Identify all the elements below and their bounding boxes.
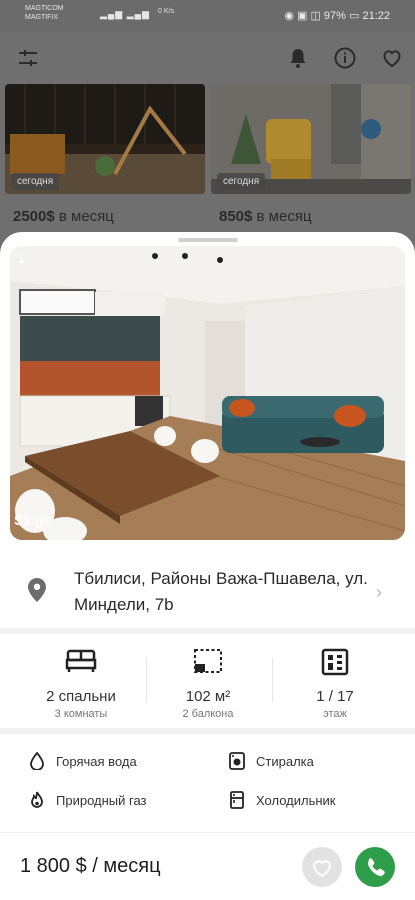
call-button[interactable] <box>355 847 395 887</box>
battery-level: 97% <box>323 10 346 22</box>
operator-2: MAGTIFIX <box>25 14 59 21</box>
listing-card[interactable]: сегодня 2500$ в месяц <box>5 84 205 239</box>
listing-date-badge: сегодня <box>11 173 60 190</box>
monthly-price: 1 800 $ / месяц <box>20 855 161 877</box>
battery-icon: ▭ <box>349 10 363 22</box>
filter-icon[interactable] <box>16 46 40 70</box>
stat-sub: этаж <box>323 708 347 720</box>
status-bar: MAGTICOM MAGTIFIX ▂▄▆ ▂▄▆ 0 K/s ◉ ▣ ◫ 97… <box>0 0 415 32</box>
heart-icon <box>312 860 332 878</box>
stat-sub: 2 балкона <box>182 708 234 720</box>
address-row[interactable]: Тбилиси, Районы Важа-Пшавела, ул. Миндел… <box>0 558 415 628</box>
clock: 21:22 <box>362 10 390 22</box>
floor-icon <box>321 648 349 676</box>
bottom-action-bar: 1 800 $ / месяц <box>0 832 415 900</box>
listing-card[interactable]: сегодня 850$ в месяц <box>211 84 411 239</box>
stat-bedrooms: 2 спальни 3 комнаты <box>12 636 150 728</box>
listing-price: 2500$ в месяц <box>13 208 114 225</box>
heart-icon[interactable] <box>380 46 404 70</box>
alarm-icon: ◉ ▣ ◫ <box>284 10 324 22</box>
apartment-photo[interactable]: 1 Ss.ge <box>10 246 405 540</box>
top-app-bar <box>0 32 415 84</box>
address-text: Тбилиси, Районы Важа-Пшавела, ул. Миндел… <box>74 569 368 614</box>
signal-icon: ▂▄▆ ▂▄▆ <box>100 9 150 19</box>
listing-date-badge: сегодня <box>217 173 266 190</box>
chevron-right-icon: › <box>376 582 382 602</box>
stat-value: 1 / 17 <box>316 688 354 705</box>
favorite-button[interactable] <box>302 847 342 887</box>
area-icon <box>194 649 222 673</box>
stat-area: 102 м² 2 балкона <box>139 636 277 728</box>
bed-icon <box>65 649 97 672</box>
phone-icon <box>367 858 385 877</box>
drag-handle[interactable] <box>178 238 238 242</box>
divider <box>0 628 415 634</box>
washing-machine-icon <box>229 752 245 770</box>
stat-value: 102 м² <box>185 688 231 705</box>
network-speed: 0 K/s <box>158 8 174 15</box>
operator-names: MAGTICOM MAGTIFIX <box>25 4 64 22</box>
operator-1: MAGTICOM <box>25 5 64 12</box>
amenities-list: Горячая вода Стиралка Природный газ Холо… <box>0 734 415 844</box>
info-icon[interactable] <box>333 46 357 70</box>
gas-flame-icon <box>31 791 43 808</box>
fridge-icon <box>230 791 244 809</box>
stat-value: 2 спальни <box>46 688 116 705</box>
property-stats: 2 спальни 3 комнаты 102 м² 2 балкона 1 /… <box>0 636 415 728</box>
water-drop-icon <box>30 752 44 770</box>
watermark: Ss.ge <box>14 512 52 528</box>
listing-price: 850$ в месяц <box>219 208 312 225</box>
photo-counter: 1 <box>18 252 25 266</box>
bell-icon[interactable] <box>286 46 310 70</box>
status-right: ◉ ▣ ◫ 97% ▭ 21:22 <box>284 9 390 22</box>
listing-detail-sheet: 1 Ss.ge Тбилиси, Районы Важа-Пшавела, ул… <box>0 232 415 900</box>
stat-floor: 1 / 17 этаж <box>266 636 404 728</box>
location-pin-icon <box>28 578 46 602</box>
stat-sub: 3 комнаты <box>54 708 108 720</box>
